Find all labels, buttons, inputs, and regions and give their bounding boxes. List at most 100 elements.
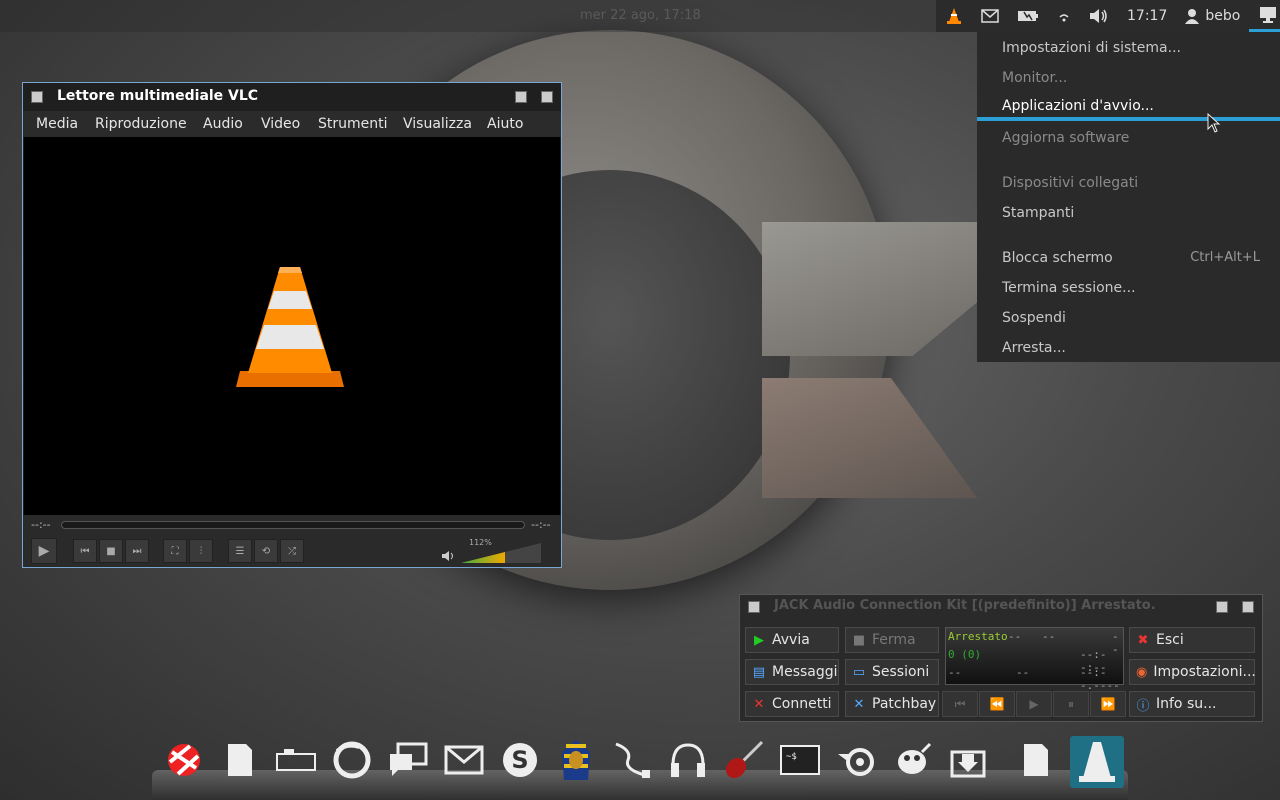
speaker-icon[interactable] xyxy=(441,550,455,562)
stop-button[interactable]: ■ Ferma xyxy=(845,627,939,653)
loop-button[interactable]: ⟲ xyxy=(254,539,278,563)
user-menu[interactable]: bebo xyxy=(1176,0,1249,32)
menu-view[interactable]: Visualizza xyxy=(403,116,472,132)
rewind-start-button[interactable]: ⏮ xyxy=(942,691,978,717)
next-button[interactable]: ⏭ xyxy=(125,539,149,563)
info-icon: ⓘ xyxy=(1136,698,1150,714)
close-icon[interactable] xyxy=(541,91,553,103)
menu-item-log-out[interactable]: Termina sessione... xyxy=(1002,280,1136,296)
patchbay-button[interactable]: ✕ Patchbay xyxy=(845,691,939,717)
previous-button[interactable]: ⏮ xyxy=(73,539,97,563)
stop-label: Ferma xyxy=(872,632,916,648)
xruns-text: 0 (0) xyxy=(948,648,982,661)
power-monitor-icon xyxy=(1260,6,1277,23)
menu-item-monitor[interactable]: Monitor... xyxy=(1002,70,1067,86)
wifi-icon[interactable] xyxy=(1048,0,1080,32)
menu-tools[interactable]: Strumenti xyxy=(318,116,388,132)
stop-button[interactable]: ■ xyxy=(99,539,123,563)
guitar-icon[interactable] xyxy=(722,738,766,782)
menu-item-suspend[interactable]: Sospendi xyxy=(1002,310,1066,326)
pharaoh-icon[interactable] xyxy=(554,738,598,782)
amiga-ball-icon[interactable] xyxy=(162,738,206,782)
skype-icon[interactable]: S xyxy=(498,738,542,782)
menu-item-attached-devices[interactable]: Dispositivi collegati xyxy=(1002,175,1138,191)
terminal-icon[interactable]: ~$ xyxy=(778,738,822,782)
video-area[interactable] xyxy=(24,137,560,515)
remaining-time: --:-- xyxy=(531,518,551,531)
jack-close-icon[interactable] xyxy=(1242,601,1254,613)
menu-item-printers[interactable]: Stampanti xyxy=(1002,205,1074,221)
menu-item-update-software[interactable]: Aggiorna software xyxy=(1002,130,1129,146)
audio-cable-icon[interactable] xyxy=(610,738,654,782)
connect-button[interactable]: ✕ Connetti xyxy=(745,691,839,717)
vlc-titlebar[interactable]: Lettore multimediale VLC xyxy=(23,83,561,111)
settings-label: Impostazioni... xyxy=(1153,664,1256,680)
jack-maximize-icon[interactable] xyxy=(1216,601,1228,613)
extended-settings-button[interactable]: ⫶ xyxy=(189,539,213,563)
shuffle-button[interactable]: ⤮ xyxy=(280,539,304,563)
status-text: Arrestato xyxy=(948,630,1008,643)
elapsed-time: --:-- xyxy=(31,518,51,531)
sessions-label: Sessioni xyxy=(872,664,930,680)
jack-window-menu-icon[interactable] xyxy=(748,601,760,613)
start-icon: ▶ xyxy=(754,632,764,648)
menu-item-shut-down[interactable]: Arresta... xyxy=(1002,340,1066,356)
menu-playback[interactable]: Riproduzione xyxy=(95,116,187,132)
mail-icon[interactable] xyxy=(972,0,1008,32)
gimp-icon[interactable] xyxy=(890,738,934,782)
sessions-button[interactable]: ▭ Sessioni xyxy=(845,659,939,685)
mail-app-icon[interactable] xyxy=(442,738,486,782)
pause-button[interactable]: ⏸ xyxy=(1053,691,1089,717)
user-icon xyxy=(1185,9,1200,24)
menu-item-lock-screen[interactable]: Blocca schermo Ctrl+Alt+L xyxy=(1002,250,1270,266)
headphones-icon[interactable] xyxy=(666,738,710,782)
controls-row: ▶ ⏮ ■ ⏭ ⛶ ⫶ ☰ ⟲ ⤮ 112% xyxy=(23,535,561,567)
menu-item-system-settings[interactable]: Impostazioni di sistema... xyxy=(1002,40,1181,56)
svg-text:~$: ~$ xyxy=(786,752,797,762)
menu-video[interactable]: Video xyxy=(261,116,300,132)
user-name: bebo xyxy=(1205,8,1241,24)
patchbay-label: Patchbay xyxy=(872,696,937,712)
device-icon[interactable] xyxy=(274,738,318,782)
system-menu-button[interactable] xyxy=(1249,0,1280,32)
volume-icon[interactable] xyxy=(1080,0,1118,32)
battery-icon[interactable] xyxy=(1008,0,1048,32)
chat-icon[interactable] xyxy=(386,738,430,782)
seek-bar[interactable] xyxy=(61,521,525,529)
package-install-icon[interactable] xyxy=(946,738,990,782)
display-dash-2: -- xyxy=(1042,630,1056,643)
quit-label: Esci xyxy=(1156,632,1184,648)
sessions-icon: ▭ xyxy=(852,664,866,680)
settings-button[interactable]: ◉ Impostazioni... xyxy=(1129,659,1256,685)
document-2-icon[interactable] xyxy=(1014,738,1058,782)
start-button[interactable]: ▶ Avvia xyxy=(745,627,839,653)
blender-icon[interactable] xyxy=(834,738,878,782)
display-dash-4: -- xyxy=(1016,666,1030,679)
menu-item-startup-applications[interactable]: Applicazioni d'avvio... xyxy=(1002,98,1154,114)
display-dash-1: -- xyxy=(1008,630,1022,643)
vlc-tray-icon[interactable] xyxy=(936,0,972,32)
system-tray: 17:17 bebo xyxy=(936,0,1280,32)
maximize-icon[interactable] xyxy=(515,91,527,103)
playlist-button[interactable]: ☰ xyxy=(228,539,252,563)
rewind-button[interactable]: ⏪ xyxy=(979,691,1015,717)
quit-button[interactable]: ✖ Esci xyxy=(1129,627,1255,653)
settings-icon: ◉ xyxy=(1136,664,1148,680)
about-button[interactable]: ⓘ Info su... xyxy=(1129,691,1255,717)
dock: S ~$ xyxy=(152,736,1128,800)
messages-button[interactable]: ▤ Messaggi xyxy=(745,659,839,685)
play-button[interactable]: ▶ xyxy=(31,538,57,564)
connect-label: Connetti xyxy=(772,696,832,712)
window-menu-icon[interactable] xyxy=(31,91,43,103)
transport-play-button[interactable]: ▶ xyxy=(1016,691,1052,717)
vlc-window: Lettore multimediale VLC Media Riproduzi… xyxy=(22,82,562,568)
fullscreen-button[interactable]: ⛶ xyxy=(163,539,187,563)
menu-media[interactable]: Media xyxy=(36,116,78,132)
clock-label[interactable]: 17:17 xyxy=(1118,0,1176,32)
firefox-icon[interactable] xyxy=(330,738,374,782)
vlc-dock-icon[interactable] xyxy=(1070,736,1124,788)
menu-audio[interactable]: Audio xyxy=(203,116,243,132)
forward-button[interactable]: ⏩ xyxy=(1090,691,1126,717)
menu-help[interactable]: Aiuto xyxy=(487,116,523,132)
document-icon[interactable] xyxy=(218,738,262,782)
